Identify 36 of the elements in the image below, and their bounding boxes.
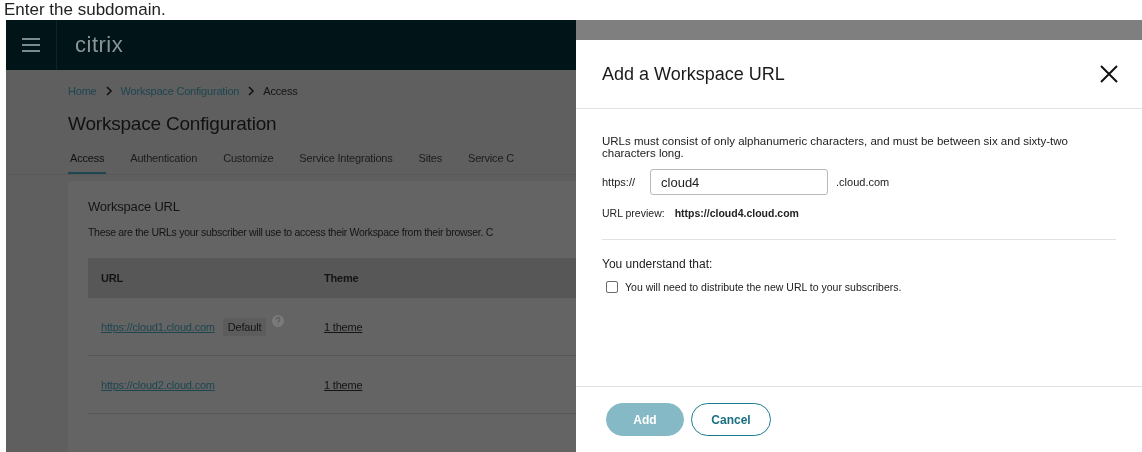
- theme-link[interactable]: 1 theme: [324, 320, 363, 333]
- page-title: Workspace Configuration: [68, 112, 277, 136]
- breadcrumb-link[interactable]: Workspace Configuration: [120, 85, 240, 97]
- tab[interactable]: Service C: [466, 152, 516, 174]
- close-icon[interactable]: [1100, 65, 1118, 83]
- column-header: Theme: [323, 272, 360, 284]
- logo: citrix: [75, 32, 124, 58]
- tab[interactable]: Authentication: [128, 152, 200, 174]
- caption-text: Enter the subdomain.: [3, 0, 167, 20]
- tab[interactable]: Sites: [416, 152, 445, 174]
- tab[interactable]: Service Integrations: [297, 152, 395, 174]
- column-header: URL: [100, 272, 124, 284]
- checkbox[interactable]: [606, 281, 618, 293]
- chevron-icon: [104, 86, 113, 96]
- default-tag: Default: [222, 317, 267, 336]
- menu-icon[interactable]: [21, 37, 41, 53]
- section-title: Workspace URL: [88, 199, 180, 214]
- url-suffix: .cloud.com: [836, 176, 890, 188]
- panel-title: Add a Workspace URL: [602, 63, 785, 85]
- url-link[interactable]: https://cloud1.cloud.com: [101, 320, 215, 333]
- breadcrumb-link[interactable]: Home: [68, 85, 97, 97]
- theme-link[interactable]: 1 theme: [324, 378, 363, 391]
- breadcrumb-current: Access: [263, 85, 298, 97]
- section-description: These are the URLs your subscriber will use to access their Workspace from their browser. C: [88, 226, 493, 238]
- url-link[interactable]: https://cloud2.cloud.com: [101, 378, 215, 391]
- url-prefix: https://: [602, 176, 636, 188]
- checkbox-label: You will need to distribute the new URL to your subscribers.: [625, 281, 902, 293]
- preview-url: https://cloud4.cloud.com: [674, 207, 799, 219]
- chevron-icon: [247, 86, 256, 96]
- tab[interactable]: Access: [68, 152, 107, 174]
- subdomain-field[interactable]: cloud4: [650, 169, 829, 195]
- cancel-button[interactable]: Cancel: [691, 403, 771, 436]
- preview-label: URL preview:: [602, 207, 665, 219]
- acknowledge-heading: You understand that:: [602, 257, 714, 271]
- tab[interactable]: Customize: [221, 152, 276, 174]
- instructions-text: URLs must consist of only alphanumeric characters, and must be between six and sixty-two characters long.: [602, 135, 1069, 159]
